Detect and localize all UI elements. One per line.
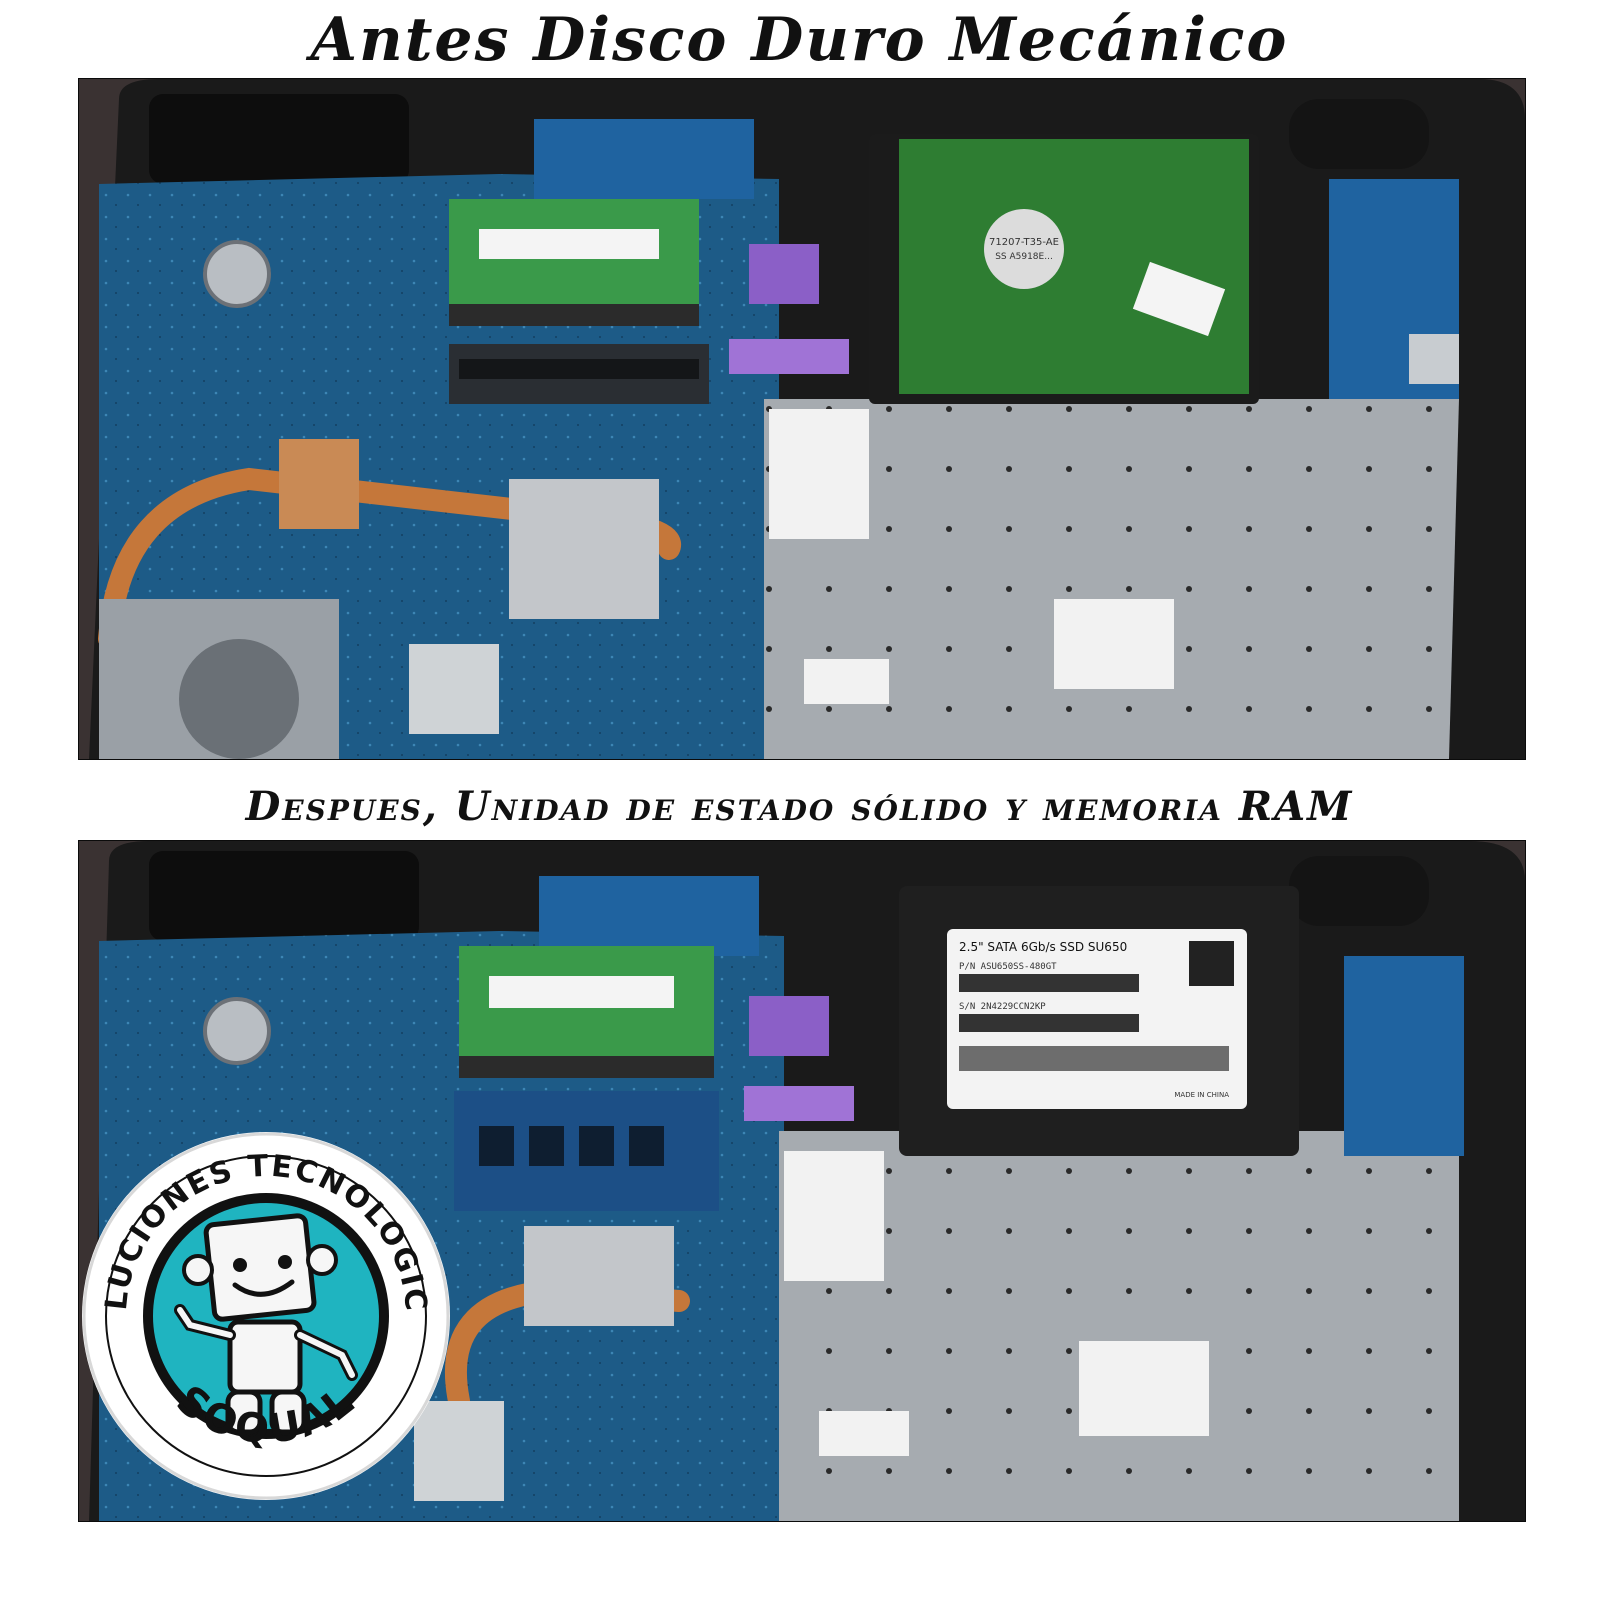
speaker-left: [149, 94, 409, 184]
ribbon-cable: [749, 996, 829, 1056]
headline-before: Antes Disco Duro Mecánico: [310, 5, 1289, 75]
label-sticker: [769, 409, 869, 539]
ribbon-cable: [729, 339, 849, 374]
io-board-top: [534, 119, 754, 199]
label-sticker: [784, 1151, 884, 1281]
hdd-label-text-1: 71207-T35-AE: [989, 237, 1059, 248]
io-board-right: [1344, 956, 1464, 1156]
speaker-right: [1289, 856, 1429, 926]
ssd-model-text: 2.5" SATA 6Gb/s SSD SU650: [959, 940, 1127, 954]
io-board-top: [539, 876, 759, 956]
qr-code: [1189, 941, 1234, 986]
barcode: [959, 1014, 1139, 1032]
barcode: [959, 974, 1139, 992]
label-sticker: [804, 659, 889, 704]
label-sticker: [1054, 599, 1174, 689]
ribbon-cable: [749, 244, 819, 304]
speaker-left: [149, 851, 419, 941]
hdd-label-text-2: SS A5918E...: [995, 252, 1053, 262]
hdd-label-sticker: [984, 209, 1064, 289]
headline-after: Despues, Unidad de estado sólido y memor…: [245, 783, 1354, 830]
cert-marks: [959, 1046, 1229, 1071]
soqual-logo: SOLUCIONES TECNOLOGICAS SOQUAL: [66, 1103, 452, 1502]
ssd-sn-text: S/N 2N4229CCN2KP: [959, 1002, 1046, 1012]
ssd-pn-text: P/N ASU650SS-480GT: [959, 962, 1057, 972]
ssd-origin-text: MADE IN CHINA: [1174, 1091, 1229, 1099]
photo-before-hdd: 71207-T35-AE SS A5918E...: [78, 78, 1526, 760]
cmos-battery: [203, 240, 271, 308]
hdd-pcb: [899, 139, 1249, 394]
ribbon-cable: [744, 1086, 854, 1121]
cmos-battery: [203, 997, 271, 1065]
heatsink-plate: [509, 479, 659, 619]
heatsink-plate: [524, 1226, 674, 1326]
label-sticker: [819, 1411, 909, 1456]
wifi-card: [409, 644, 499, 734]
label-sticker: [1079, 1341, 1209, 1436]
speaker-right: [1289, 99, 1429, 169]
